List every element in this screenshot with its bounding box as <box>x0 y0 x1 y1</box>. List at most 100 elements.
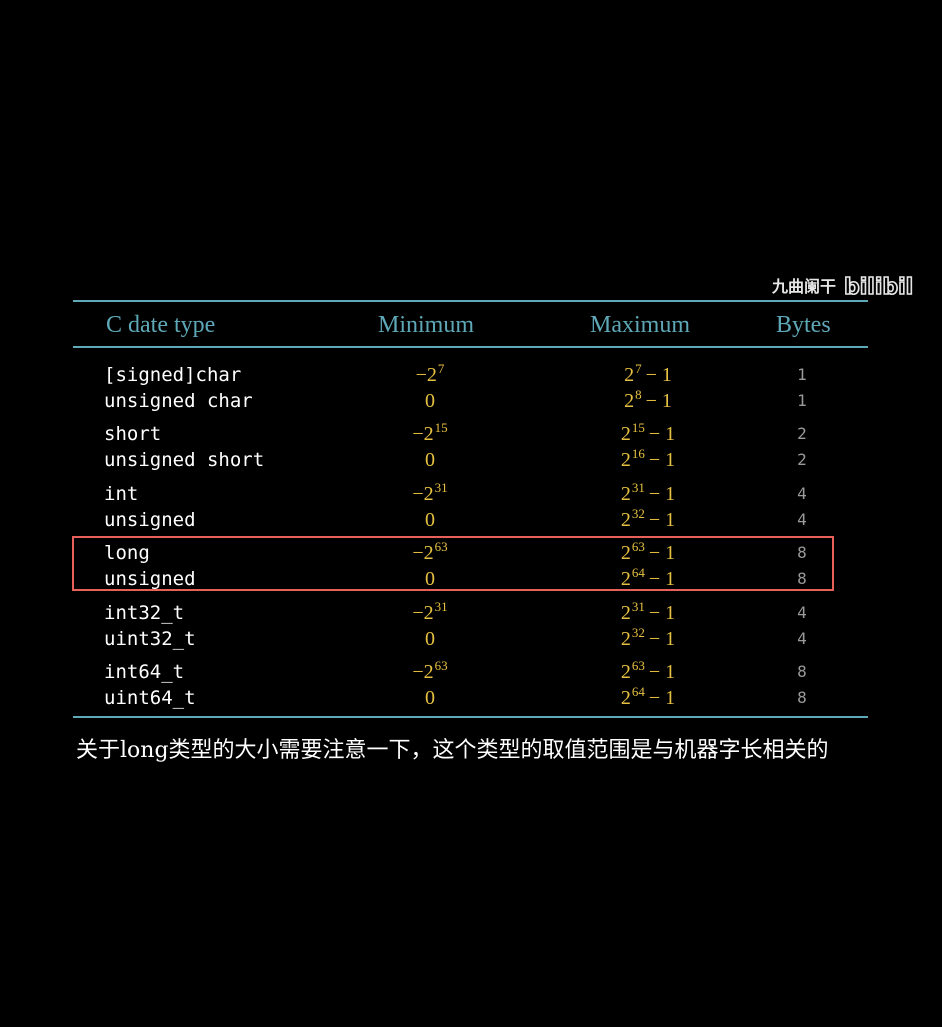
header-maximum: Maximum <box>590 312 690 338</box>
max-cell: 215− 1 <box>605 420 695 449</box>
min-cell: −231 <box>400 480 460 509</box>
min-value: 0 <box>425 628 435 650</box>
max-exponent: 32 <box>631 506 645 521</box>
max-base: 2 <box>624 364 635 386</box>
max-exponent: 63 <box>631 658 645 673</box>
table-row: unsigned short 0 216− 12 <box>0 446 942 473</box>
max-tail: − 1 <box>648 449 676 471</box>
table-row: uint32_t 0 232− 1 4 <box>0 625 942 654</box>
type-name: short <box>104 423 162 445</box>
type-name: int64_t <box>104 661 185 683</box>
min-cell: 0 <box>400 388 460 414</box>
type-name: [signed]char <box>104 364 242 386</box>
max-tail: − 1 <box>645 390 672 412</box>
min-cell: 0 <box>400 685 460 711</box>
type-name: int <box>104 483 139 505</box>
bytes-cell: 2 <box>797 424 807 443</box>
watermark: 九曲阑干 bilibili <box>772 268 932 302</box>
min-cell: −215 <box>400 420 460 449</box>
min-cell: −231 <box>400 599 460 628</box>
long-highlight-box <box>72 536 834 591</box>
max-base: 2 <box>624 390 635 412</box>
min-exponent: 15 <box>434 420 448 435</box>
table-row: int32_t −231 231− 14 <box>0 599 942 628</box>
type-name: unsigned char <box>104 390 253 412</box>
table-row: [signed]char −27 27− 1 1 <box>0 361 942 390</box>
min-exponent: 63 <box>434 658 448 673</box>
max-base: 2 <box>620 423 631 445</box>
min-value: 0 <box>425 509 435 531</box>
min-cell: −27 <box>400 361 460 390</box>
table-row: unsigned 0 232− 1 4 <box>0 506 942 533</box>
max-tail: − 1 <box>648 661 676 683</box>
type-name: unsigned short <box>104 449 265 471</box>
min-base: 2 <box>423 483 434 505</box>
min-cell: 0 <box>400 447 460 473</box>
max-cell: 231− 1 <box>605 599 695 628</box>
max-cell: 28− 1 <box>605 387 695 416</box>
svg-text:bilibili: bilibili <box>844 275 914 300</box>
max-tail: − 1 <box>648 687 676 709</box>
header-bottom-rule <box>73 346 868 348</box>
max-base: 2 <box>620 509 631 531</box>
min-cell: 0 <box>400 507 460 533</box>
max-base: 2 <box>620 628 631 650</box>
max-cell: 231− 1 <box>605 480 695 509</box>
min-base: 2 <box>423 602 434 624</box>
max-exponent: 8 <box>635 387 642 402</box>
min-exponent: 31 <box>434 599 448 614</box>
min-sign: − <box>412 423 424 445</box>
max-cell: 264− 1 <box>605 684 695 713</box>
min-cell: −263 <box>400 658 460 687</box>
bytes-cell: 4 <box>797 603 807 622</box>
max-base: 2 <box>620 483 631 505</box>
max-tail: − 1 <box>648 423 676 445</box>
table-bottom-rule <box>73 716 868 718</box>
min-exponent: 31 <box>434 480 448 495</box>
max-exponent: 64 <box>631 684 645 699</box>
max-cell: 27− 1 <box>605 361 695 390</box>
max-exponent: 31 <box>631 480 645 495</box>
table-row: unsigned char 0 28− 1 1 <box>0 387 942 416</box>
bytes-cell: 1 <box>797 365 807 384</box>
min-value: 0 <box>425 390 435 412</box>
max-exponent: 32 <box>631 625 645 640</box>
bytes-cell: 4 <box>797 510 807 529</box>
bytes-cell: 8 <box>797 688 807 707</box>
max-exponent: 16 <box>631 446 645 461</box>
min-base: 2 <box>426 364 437 386</box>
bytes-cell: 4 <box>797 484 807 503</box>
max-cell: 232− 1 <box>605 625 695 654</box>
type-name: int32_t <box>104 602 185 624</box>
type-name: uint64_t <box>104 687 196 709</box>
max-base: 2 <box>620 449 631 471</box>
bytes-cell: 4 <box>797 629 807 648</box>
min-cell: 0 <box>400 626 460 652</box>
bytes-cell: 8 <box>797 662 807 681</box>
bilibili-logo-icon: bilibili <box>844 274 914 300</box>
max-tail: − 1 <box>648 628 676 650</box>
table-top-rule <box>73 300 868 302</box>
max-base: 2 <box>620 687 631 709</box>
max-tail: − 1 <box>645 364 672 386</box>
min-base: 2 <box>423 661 434 683</box>
header-bytes: Bytes <box>776 312 831 338</box>
bytes-cell: 2 <box>797 450 807 469</box>
header-type: C date type <box>106 312 216 338</box>
max-exponent: 31 <box>631 599 645 614</box>
max-cell: 263− 1 <box>605 658 695 687</box>
min-sign: − <box>412 661 424 683</box>
type-name: uint32_t <box>104 628 196 650</box>
caption-text: 关于long类型的大小需要注意一下，这个类型的取值范围是与机器字长相关的 <box>76 738 829 763</box>
table-row: int −231 231− 14 <box>0 480 942 509</box>
watermark-name: 九曲阑干 <box>772 277 837 296</box>
max-tail: − 1 <box>648 602 676 624</box>
bytes-cell: 1 <box>797 391 807 410</box>
table-row: short −215 215− 12 <box>0 420 942 449</box>
max-tail: − 1 <box>648 483 676 505</box>
type-name: unsigned <box>104 509 196 531</box>
table-row: int64_t −263 263− 18 <box>0 658 942 687</box>
min-base: 2 <box>423 423 434 445</box>
max-exponent: 15 <box>631 420 645 435</box>
max-tail: − 1 <box>648 509 676 531</box>
